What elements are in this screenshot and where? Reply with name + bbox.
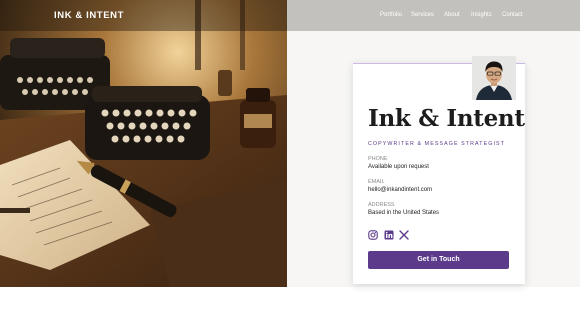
nav-link-portfolio[interactable]: Portfolio	[380, 12, 402, 18]
profile-photo	[472, 56, 516, 100]
hero-image	[0, 0, 287, 287]
email-label: EMAIL	[368, 179, 385, 185]
x-icon[interactable]	[399, 230, 409, 240]
brand-logo-text[interactable]: INK & INTENT	[54, 10, 124, 21]
contact-card: Ink & Intent COPYWRITER & MESSAGE STRATE…	[353, 56, 525, 284]
top-navbar: INK & INTENT Portfolio Services About In…	[0, 0, 580, 31]
instagram-icon[interactable]	[368, 230, 378, 240]
footer-strip	[0, 287, 580, 320]
navbar-left-overlay	[0, 0, 287, 31]
card-title: Ink & Intent	[368, 105, 525, 132]
phone-value: Available upon request	[368, 164, 429, 170]
nav-link-contact[interactable]: Contact	[502, 12, 523, 18]
get-in-touch-button[interactable]: Get in Touch	[368, 251, 509, 269]
phone-label: PHONE	[368, 156, 388, 162]
nav-link-services[interactable]: Services	[411, 12, 434, 18]
email-value[interactable]: hello@inkandintent.com	[368, 187, 432, 193]
address-value: Based in the United States	[368, 210, 440, 216]
address-label: ADDRESS	[368, 202, 395, 208]
card-subtitle: COPYWRITER & MESSAGE STRATEGIST	[368, 141, 506, 147]
nav-link-insights[interactable]: Insights	[471, 12, 492, 18]
nav-link-about[interactable]: About	[444, 12, 460, 18]
linkedin-icon[interactable]	[384, 230, 394, 240]
